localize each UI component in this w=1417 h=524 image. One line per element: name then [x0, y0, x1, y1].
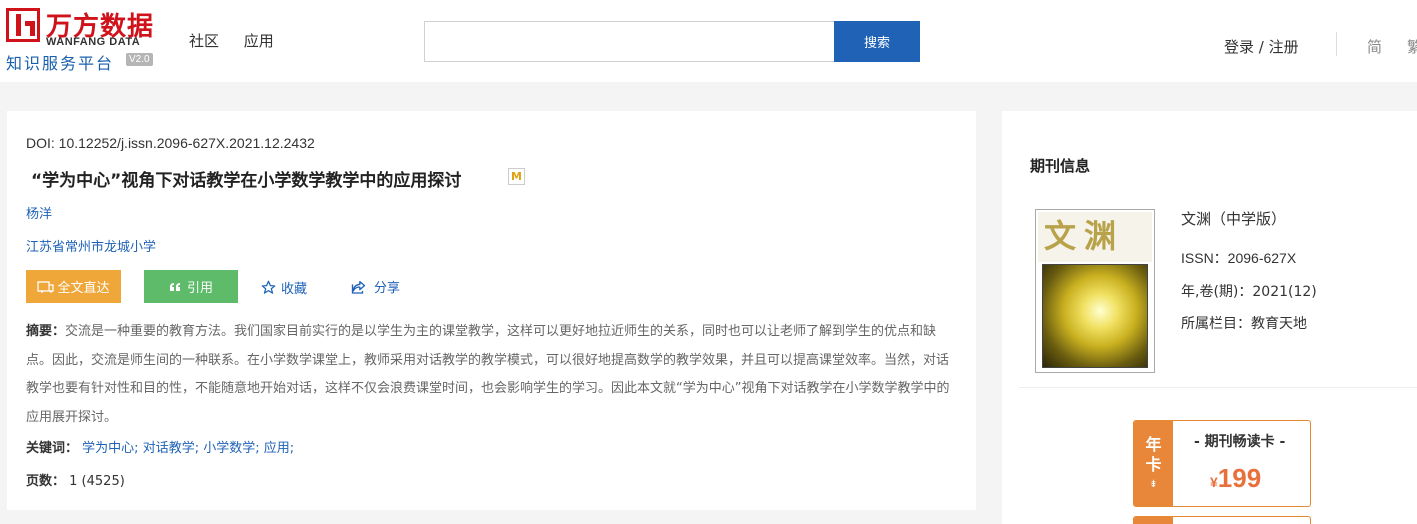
- reading-card-promo[interactable]: 年 卡 ⇟ - 期刊畅读卡 - ¥199: [1133, 420, 1311, 507]
- abstract: 摘要：交流是一种重要的教育方法。我们国家目前实行的是以学生为主的课堂教学，这样可…: [26, 318, 956, 432]
- journal-section-title: 期刊信息: [1030, 157, 1091, 175]
- journal-name-link[interactable]: 文渊（中学版）: [1181, 208, 1286, 229]
- author-link[interactable]: 杨洋: [26, 203, 52, 222]
- promo-price: ¥199: [1210, 463, 1261, 494]
- top-nav: 社区 应用: [189, 30, 294, 51]
- sidebar-divider: [1019, 387, 1417, 388]
- journal-sidebar: 期刊信息 文渊 文渊（中学版） ISSN：2096-627X 年,卷(期)：20…: [1002, 111, 1417, 524]
- fulltext-icon: [37, 280, 55, 293]
- logo-subtitle: 知识服务平台: [6, 54, 115, 73]
- pages-value: 1 (4525): [69, 474, 125, 489]
- keyword-link[interactable]: 应用;: [264, 441, 294, 456]
- price-value: 199: [1217, 463, 1262, 493]
- double-chevron-down-icon: ⇟: [1149, 479, 1158, 490]
- article-title: “学为中心”视角下对话教学在小学数学教学中的应用探讨: [31, 171, 462, 191]
- abstract-label: 摘要：: [26, 324, 66, 339]
- journal-column: 所属栏目：教育天地: [1181, 316, 1307, 332]
- share-link[interactable]: 分享: [350, 277, 400, 296]
- m-badge-icon[interactable]: M: [508, 168, 525, 185]
- nav-item-apps[interactable]: 应用: [244, 32, 274, 50]
- fulltext-button[interactable]: 全文直达: [26, 270, 121, 303]
- header: 万方数据 WANFANG DATA 知识服务平台 V2.0 社区 应用 搜索 登…: [0, 0, 1417, 82]
- lang-simplified[interactable]: 简: [1367, 36, 1382, 57]
- annual-card-badge: 年 卡 ⇟: [1134, 421, 1173, 506]
- promo-title: - 期刊畅读卡 -: [1194, 434, 1286, 450]
- cover-title: 文渊: [1044, 217, 1125, 255]
- share-label: 分享: [374, 281, 401, 296]
- share-icon: [351, 280, 366, 294]
- badge-char: 年: [1145, 435, 1162, 454]
- keyword-link[interactable]: 对话教学;: [143, 441, 199, 456]
- search-button[interactable]: 搜索: [834, 21, 920, 62]
- quote-icon: [169, 282, 180, 291]
- article-card: DOI: 10.12252/j.issn.2096-627X.2021.12.2…: [7, 111, 976, 510]
- currency-symbol: ¥: [1210, 474, 1218, 490]
- journal-cover-image[interactable]: 文渊: [1035, 209, 1155, 373]
- badge-char: 卡: [1145, 455, 1162, 474]
- abstract-text: 交流是一种重要的教育方法。我们国家目前实行的是以学生为主的课堂教学，这样可以更好…: [26, 324, 950, 425]
- cite-label: 引用: [186, 280, 213, 295]
- cover-artwork: [1042, 264, 1148, 368]
- keywords: 关键词： 学为中心; 对话教学; 小学数学; 应用;: [26, 437, 294, 456]
- doi[interactable]: DOI: 10.12252/j.issn.2096-627X.2021.12.2…: [26, 135, 315, 151]
- keyword-link[interactable]: 小学数学;: [203, 441, 259, 456]
- pages-label: 页数：: [26, 474, 66, 489]
- organization-link[interactable]: 江苏省常州市龙城小学: [26, 236, 156, 255]
- logo[interactable]: 万方数据 WANFANG DATA 知识服务平台 V2.0: [6, 6, 166, 73]
- logo-mark-icon: [6, 8, 40, 42]
- lang-traditional[interactable]: 繁: [1407, 36, 1417, 57]
- journal-issn: ISSN：2096-627X: [1181, 250, 1297, 266]
- keyword-link[interactable]: 学为中心;: [82, 441, 138, 456]
- favorite-link[interactable]: 收藏: [261, 278, 307, 297]
- search-input[interactable]: [424, 21, 835, 62]
- version-badge: V2.0: [126, 53, 153, 66]
- cite-button[interactable]: 引用: [144, 270, 238, 303]
- second-promo-card[interactable]: [1133, 516, 1311, 524]
- header-divider: [1336, 32, 1337, 56]
- fulltext-label: 全文直达: [57, 280, 110, 295]
- star-icon: [261, 280, 276, 294]
- logo-text-en: WANFANG DATA: [46, 36, 141, 48]
- login-register-link[interactable]: 登录 / 注册: [1224, 36, 1299, 57]
- favorite-label: 收藏: [281, 282, 308, 297]
- page-count: 页数： 1 (4525): [26, 470, 125, 489]
- nav-item-community[interactable]: 社区: [189, 32, 219, 50]
- keywords-label: 关键词：: [26, 441, 79, 456]
- journal-volume: 年,卷(期)：2021(12): [1181, 284, 1317, 300]
